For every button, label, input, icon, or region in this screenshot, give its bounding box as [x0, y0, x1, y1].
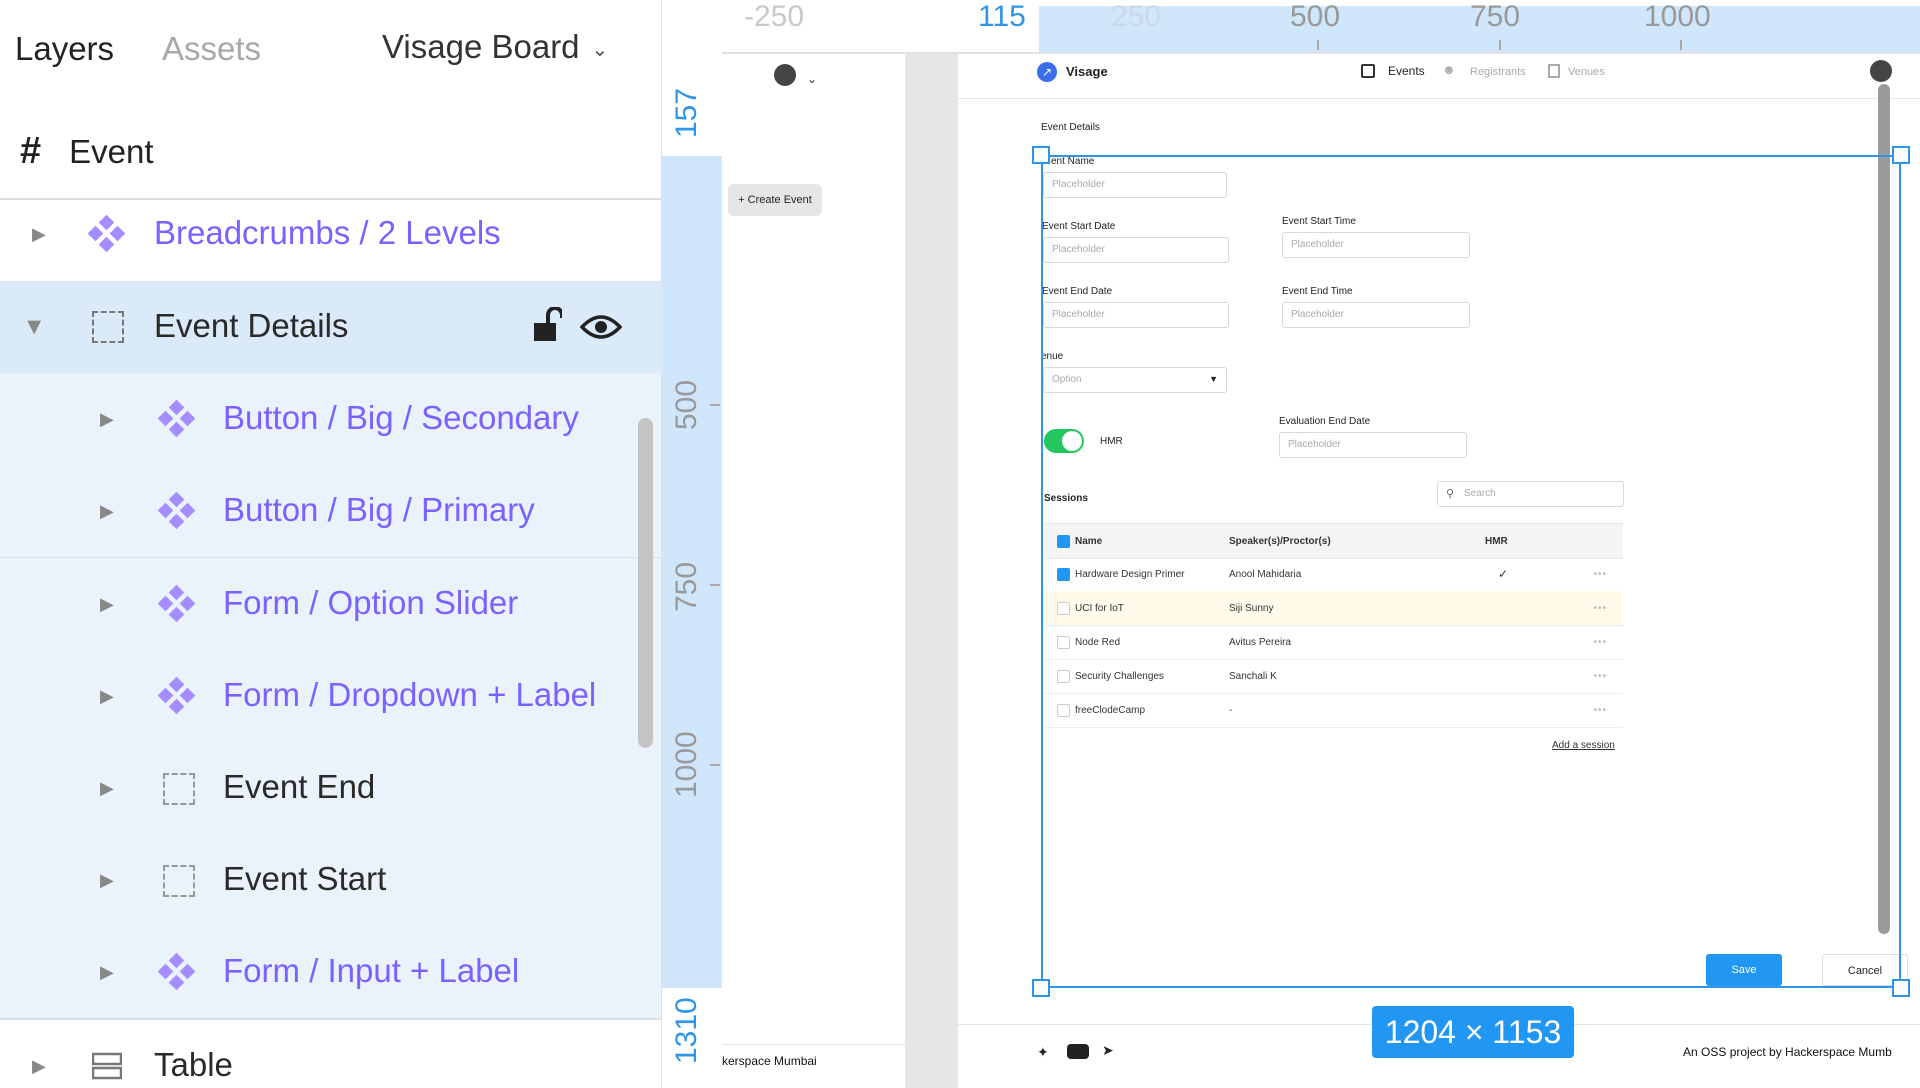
layer-row-selected[interactable]: ▶ Event Details: [0, 281, 661, 373]
layer-label: Form / Option Slider: [223, 584, 519, 621]
avatar[interactable]: [1870, 60, 1892, 82]
ruler-label: 750: [670, 561, 703, 612]
footer-text: kerspace Mumbai: [722, 1054, 817, 1068]
scrollbar-thumb[interactable]: [638, 418, 653, 748]
expand-arrow-icon[interactable]: ▶: [100, 501, 114, 522]
component-icon: [157, 491, 196, 530]
chevron-down-icon: ⌄: [591, 38, 609, 61]
expand-arrow-icon[interactable]: ▶: [32, 224, 46, 245]
layer-label: Table: [154, 1046, 233, 1083]
chevron-down-icon[interactable]: ⌄: [807, 72, 817, 86]
people-icon: ☻: [1442, 62, 1456, 77]
layer-row[interactable]: ▶ Event Start: [0, 834, 661, 926]
layers-panel: Layers Assets Visage Board ⌄ # Event ▶ Bre…: [0, 0, 662, 1088]
layer-label: Button / Big / Primary: [223, 491, 535, 528]
nav-registrants[interactable]: Registrants: [1470, 66, 1526, 78]
page-name: Event: [69, 133, 154, 170]
expand-arrow-icon[interactable]: ▶: [100, 594, 114, 615]
ruler-tick: [1317, 40, 1319, 50]
expand-arrow-icon[interactable]: ▶: [100, 686, 114, 707]
ruler-label: 157: [670, 87, 703, 138]
component-icon: [157, 399, 196, 438]
ruler-tick: [1680, 40, 1682, 50]
brand-name[interactable]: Visage: [1066, 64, 1108, 79]
ruler-label: -250: [744, 0, 805, 33]
ruler-label: 250: [1111, 0, 1162, 33]
board-name: Visage Board: [382, 28, 580, 65]
layer-label: Event End: [223, 768, 376, 805]
page-item[interactable]: # Event: [20, 130, 154, 173]
ruler-label: 500: [1290, 0, 1341, 33]
collapse-arrow-icon[interactable]: ▶: [24, 320, 45, 334]
layer-row[interactable]: ▶ Button / Big / Secondary: [0, 373, 661, 465]
horizontal-ruler: -250 115 250 500 750 1000: [662, 0, 1920, 53]
frame-icon: [163, 865, 195, 897]
layer-row[interactable]: ▶ Breadcrumbs / 2 Levels: [0, 188, 661, 280]
ruler-label: 115: [978, 0, 1026, 33]
layer-label: Form / Input + Label: [223, 952, 520, 989]
ruler-tick: [1499, 40, 1501, 50]
frame-icon: [163, 773, 195, 805]
layer-row[interactable]: ▶ Table: [0, 1020, 661, 1088]
unlock-icon[interactable]: [532, 306, 564, 343]
expand-arrow-icon[interactable]: ▶: [100, 778, 114, 799]
component-icon: [157, 584, 196, 623]
nav-events[interactable]: Events: [1388, 64, 1425, 78]
resize-handle[interactable]: [1032, 146, 1050, 164]
expand-arrow-icon[interactable]: ▶: [100, 409, 114, 430]
resize-handle[interactable]: [1032, 979, 1050, 997]
avatar[interactable]: [774, 64, 796, 86]
ruler-label: 750: [1470, 0, 1521, 33]
board-selector[interactable]: Visage Board ⌄: [382, 28, 608, 66]
visage-logo-icon: ↗: [1037, 62, 1057, 82]
footer-text: An OSS project by Hackerspace Mumb: [1683, 1045, 1892, 1059]
eye-icon[interactable]: [579, 311, 623, 339]
component-icon: [157, 676, 196, 715]
building-icon: [1548, 64, 1560, 78]
create-event-button[interactable]: + Create Event: [728, 184, 822, 216]
table-icon: [91, 1050, 123, 1080]
ruler-label: 1000: [1644, 0, 1711, 33]
layer-label: Button / Big / Secondary: [223, 399, 579, 436]
ruler-tick: [710, 584, 720, 586]
dimension-badge: 1204 × 1153: [1372, 1006, 1574, 1058]
layer-row[interactable]: ▶ Button / Big / Primary: [0, 465, 661, 557]
canvas-frame-left[interactable]: ⌄ + Create Event kerspace Mumbai: [722, 54, 905, 1088]
frame-icon: [92, 311, 124, 343]
tab-assets[interactable]: Assets: [162, 30, 261, 68]
tab-layers[interactable]: Layers: [15, 30, 114, 68]
layer-row[interactable]: ▶ Event End: [0, 742, 661, 834]
selection-box[interactable]: [1041, 155, 1901, 988]
resize-handle[interactable]: [1892, 146, 1910, 164]
layer-label: Event Start: [223, 860, 387, 897]
section-title: Event Details: [1041, 122, 1100, 133]
expand-arrow-icon[interactable]: ▶: [100, 962, 114, 983]
divider: [722, 1044, 905, 1045]
layer-label: Breadcrumbs / 2 Levels: [154, 214, 501, 251]
calendar-icon: [1361, 64, 1375, 78]
vertical-ruler: 157 500 750 1000 1310: [662, 52, 722, 1088]
ruler-tick: [710, 764, 720, 766]
ruler-tick: [710, 404, 720, 406]
twitter-icon[interactable]: ✦: [1037, 1044, 1049, 1061]
layer-row[interactable]: ▶ Form / Dropdown + Label: [0, 650, 661, 742]
ruler-label: 1310: [670, 997, 703, 1064]
hash-icon: #: [20, 130, 42, 172]
expand-arrow-icon[interactable]: ▶: [100, 870, 114, 891]
component-icon: [157, 952, 196, 991]
resize-handle[interactable]: [1892, 979, 1910, 997]
component-icon: [87, 214, 126, 253]
divider: [958, 98, 1920, 99]
youtube-icon[interactable]: [1067, 1044, 1089, 1059]
layer-row[interactable]: ▶ Form / Option Slider: [0, 558, 661, 650]
ruler-label: 1000: [670, 731, 703, 798]
layer-row[interactable]: ▶ Form / Input + Label: [0, 926, 661, 1018]
layer-label: Event Details: [154, 307, 349, 344]
telegram-icon[interactable]: ➤: [1102, 1042, 1114, 1059]
expand-arrow-icon[interactable]: ▶: [32, 1056, 46, 1077]
ruler-label: 500: [670, 379, 703, 430]
nav-venues[interactable]: Venues: [1568, 66, 1605, 78]
layer-label: Form / Dropdown + Label: [223, 676, 597, 713]
